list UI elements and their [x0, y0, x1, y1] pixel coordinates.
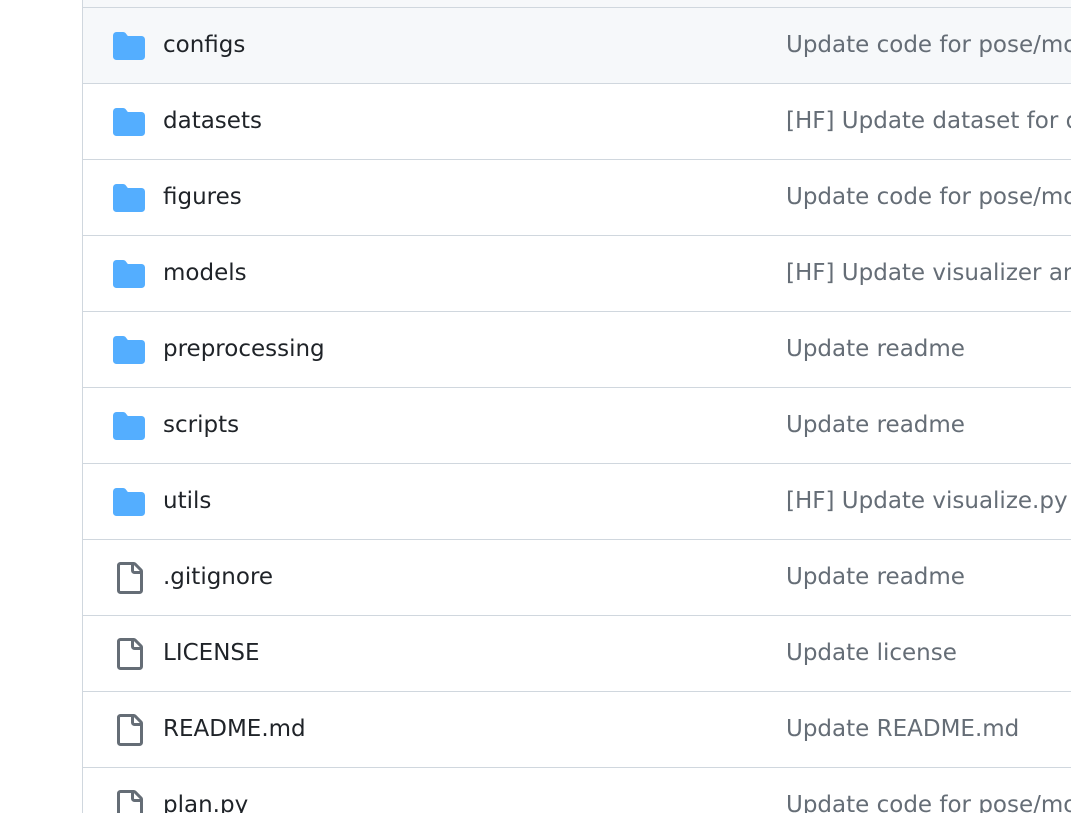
folder-icon [113, 258, 145, 290]
file-name-link[interactable]: plan.py [163, 768, 248, 813]
file-row-preprocessing[interactable]: preprocessing Update readme [83, 312, 1071, 388]
file-row-configs[interactable]: configs Update code for pose/mo [83, 8, 1071, 84]
file-row-readme-md[interactable]: README.md Update README.md [83, 692, 1071, 768]
file-icon [113, 714, 145, 746]
file-name-link[interactable]: datasets [163, 84, 262, 159]
file-row-plan-py[interactable]: plan.py Update code for pose/mo [83, 768, 1071, 813]
folder-icon [113, 106, 145, 138]
commit-message-link[interactable]: Update readme [786, 388, 965, 463]
commit-message-link[interactable]: [HF] Update visualizer an [786, 236, 1071, 311]
commit-message-link[interactable]: [HF] Update dataset for d [786, 84, 1071, 159]
file-row-datasets[interactable]: datasets [HF] Update dataset for d [83, 84, 1071, 160]
folder-icon [113, 334, 145, 366]
file-row-gitignore[interactable]: .gitignore Update readme [83, 540, 1071, 616]
commit-message-link[interactable]: Update readme [786, 540, 965, 615]
file-icon [113, 790, 145, 813]
file-row-license[interactable]: LICENSE Update license [83, 616, 1071, 692]
commit-message-link[interactable]: Update readme [786, 312, 965, 387]
commit-message-link[interactable]: Update code for pose/mo [786, 160, 1071, 235]
file-name-link[interactable]: figures [163, 160, 242, 235]
folder-icon [113, 30, 145, 62]
folder-icon [113, 410, 145, 442]
file-name-link[interactable]: preprocessing [163, 312, 325, 387]
file-name-link[interactable]: LICENSE [163, 616, 260, 691]
commit-message-link[interactable]: Update license [786, 616, 957, 691]
file-row-scripts[interactable]: scripts Update readme [83, 388, 1071, 464]
file-row-utils[interactable]: utils [HF] Update visualize.py f [83, 464, 1071, 540]
file-table: configs Update code for pose/mo datasets… [82, 0, 1071, 813]
folder-icon [113, 486, 145, 518]
file-name-link[interactable]: utils [163, 464, 211, 539]
commit-message-link[interactable]: Update code for pose/mo [786, 768, 1071, 813]
page: configs Update code for pose/mo datasets… [0, 0, 1071, 813]
file-row-figures[interactable]: figures Update code for pose/mo [83, 160, 1071, 236]
commit-message-link[interactable]: Update README.md [786, 692, 1019, 767]
file-row-models[interactable]: models [HF] Update visualizer an [83, 236, 1071, 312]
commit-message-link[interactable]: Update code for pose/mo [786, 8, 1071, 83]
file-icon [113, 638, 145, 670]
commit-message-link[interactable]: [HF] Update visualize.py f [786, 464, 1071, 539]
table-header-strip [83, 0, 1071, 8]
file-name-link[interactable]: README.md [163, 692, 306, 767]
file-name-link[interactable]: models [163, 236, 247, 311]
file-name-link[interactable]: .gitignore [163, 540, 273, 615]
file-name-link[interactable]: configs [163, 8, 245, 83]
file-name-link[interactable]: scripts [163, 388, 239, 463]
file-icon [113, 562, 145, 594]
file-list: configs Update code for pose/mo datasets… [83, 8, 1071, 813]
folder-icon [113, 182, 145, 214]
